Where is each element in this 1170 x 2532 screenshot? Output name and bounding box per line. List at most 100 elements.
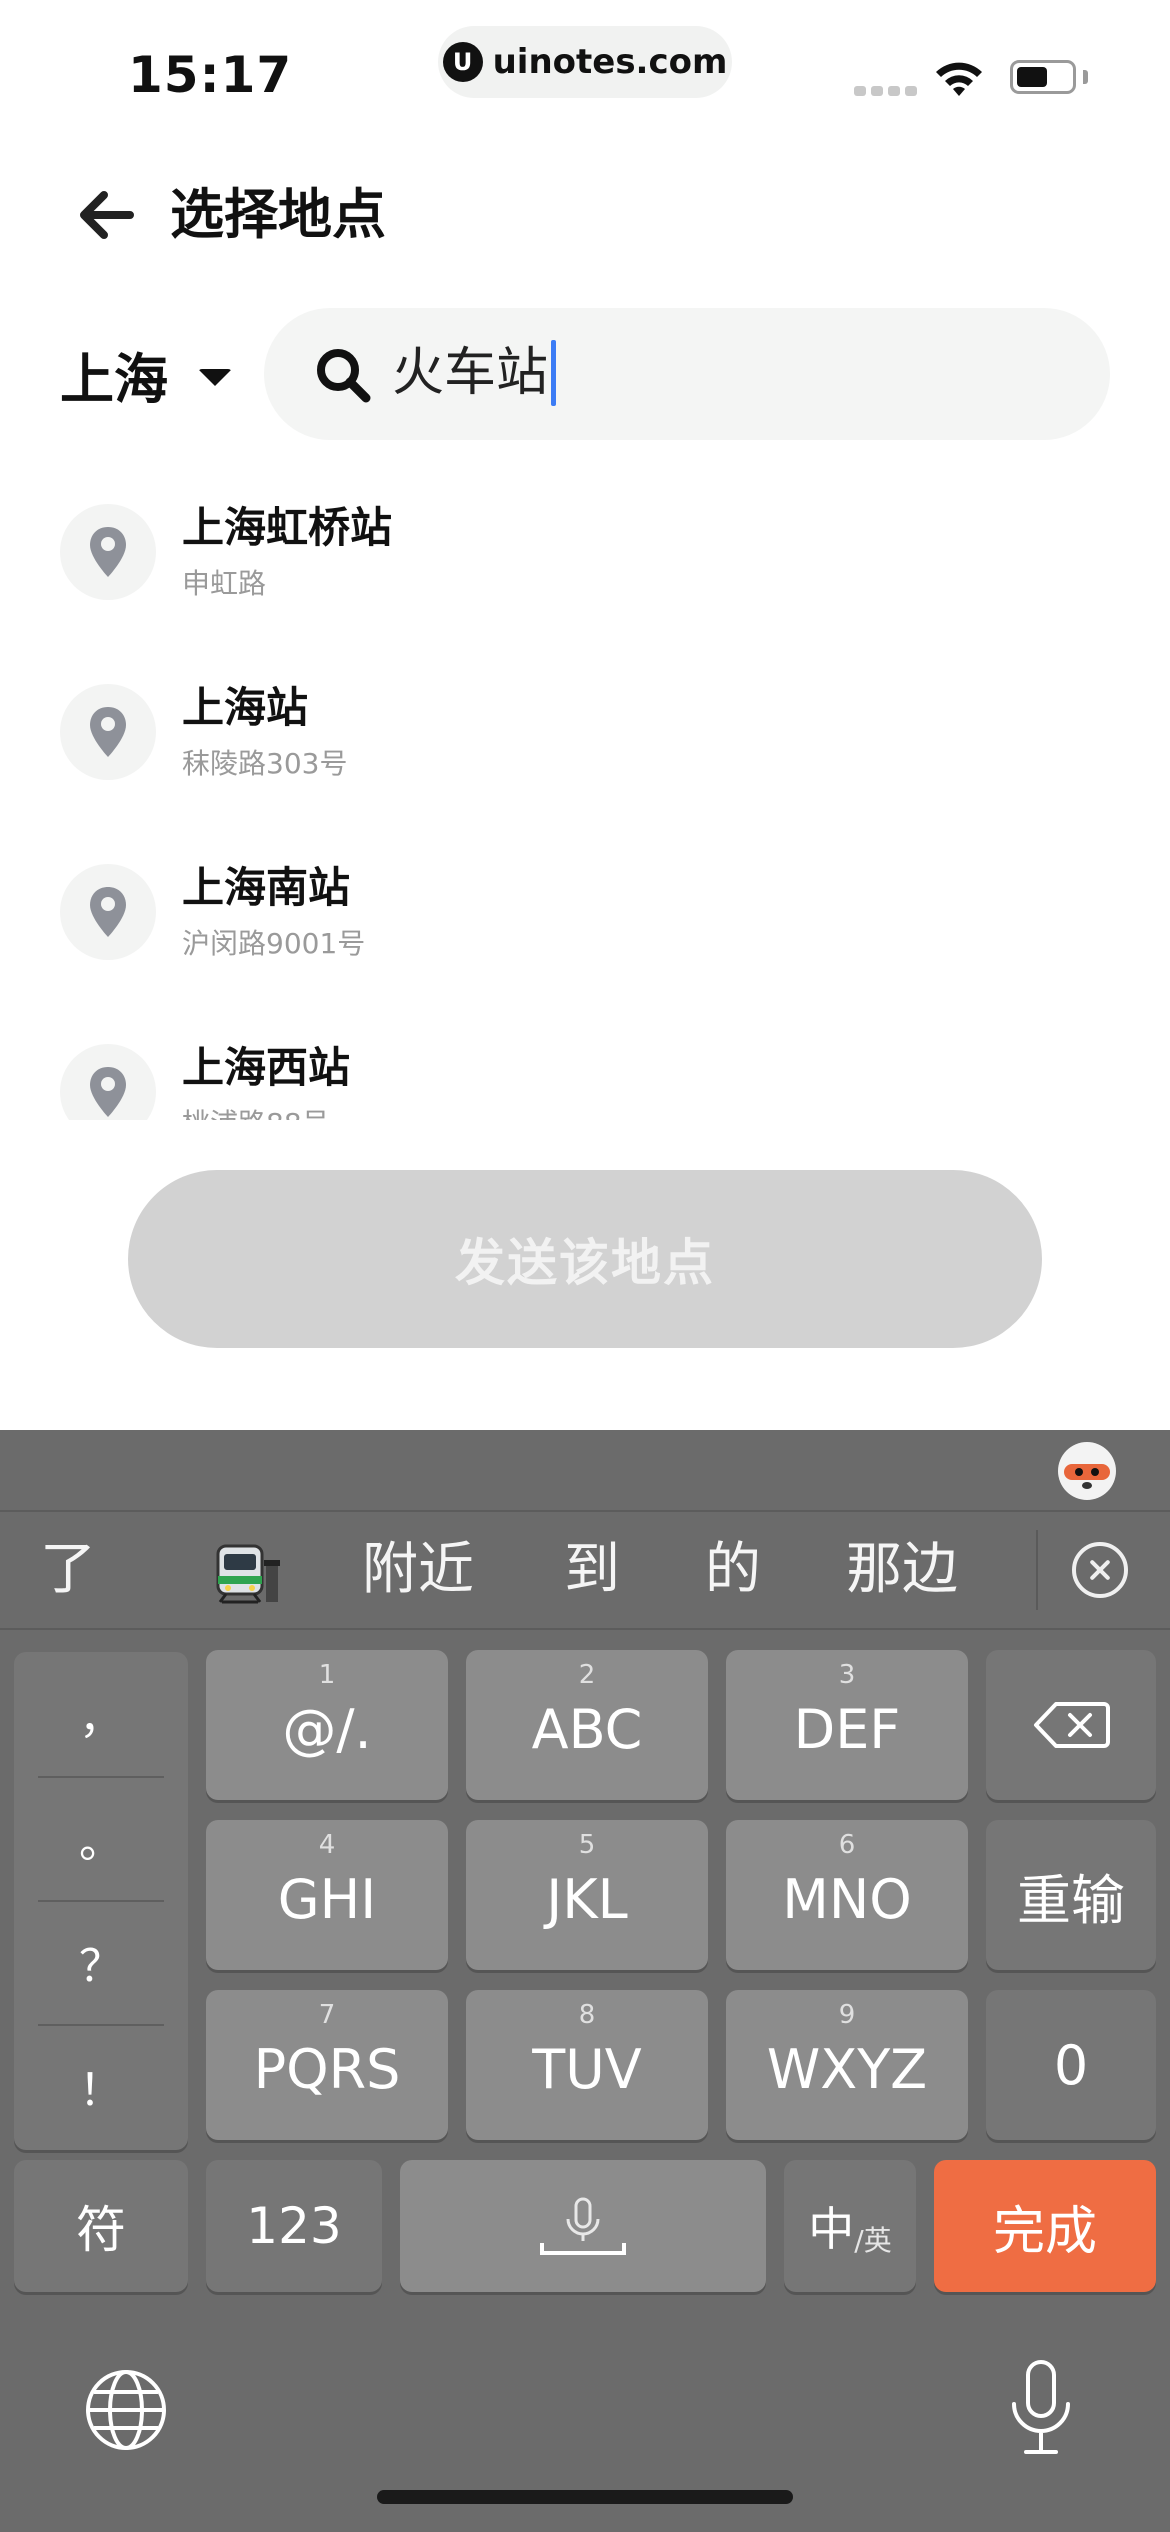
city-label: 上海 xyxy=(60,347,168,411)
backspace-key[interactable] xyxy=(986,1650,1156,1800)
site-logo-icon: U xyxy=(442,42,483,82)
key-8[interactable]: 8 TUV xyxy=(466,1990,708,2140)
punctuation-key[interactable]: ， xyxy=(14,1652,188,1776)
key-5[interactable]: 5 JKL xyxy=(466,1820,708,1970)
result-name: 上海站 xyxy=(182,683,309,732)
result-item[interactable]: 上海南站 沪闵路9001号 xyxy=(0,846,1170,996)
numeric-key[interactable]: 123 xyxy=(206,2160,382,2292)
punctuation-key[interactable]: ！ xyxy=(14,2024,188,2148)
key-label: @/. xyxy=(282,1698,372,1761)
result-address: 申虹路 xyxy=(182,567,267,600)
wifi-icon xyxy=(936,62,982,96)
microphone-icon[interactable] xyxy=(1006,2358,1076,2458)
punctuation-column: ， 。 ？ ！ xyxy=(14,1652,188,2150)
candidate-word[interactable]: 附近 xyxy=(362,1534,474,1606)
key-6[interactable]: 6 MNO xyxy=(726,1820,968,1970)
send-location-label: 发送该地点 xyxy=(455,1234,715,1292)
done-key[interactable]: 完成 xyxy=(934,2160,1156,2292)
key-7[interactable]: 7 PQRS xyxy=(206,1990,448,2140)
symbol-key[interactable]: 符 xyxy=(14,2160,188,2292)
key-9[interactable]: 9 WXYZ xyxy=(726,1990,968,2140)
location-pin-icon xyxy=(60,684,156,780)
keyboard-toolbar xyxy=(0,1430,1170,1512)
status-time: 15:17 xyxy=(128,46,293,104)
done-label: 完成 xyxy=(992,2201,1097,2262)
punctuation-key[interactable]: 。 xyxy=(14,1776,188,1900)
key-number: 3 xyxy=(838,1660,856,1690)
search-query: 火车站 xyxy=(392,338,557,408)
result-address: 秣陵路303号 xyxy=(182,747,348,780)
url-pill[interactable]: U uinotes.com xyxy=(438,26,732,98)
key-label: TUV xyxy=(532,2038,642,2101)
result-item[interactable]: 上海站 秣陵路303号 xyxy=(0,666,1170,816)
candidate-word[interactable]: 那边 xyxy=(846,1534,958,1606)
key-1[interactable]: 1 @/. xyxy=(206,1650,448,1800)
key-number: 7 xyxy=(318,2000,336,2030)
reset-label: 重输 xyxy=(1017,1868,1125,1932)
back-arrow-icon[interactable] xyxy=(72,180,142,250)
cellular-signal-icon xyxy=(854,86,917,96)
text-cursor xyxy=(551,340,557,406)
train-emoji-icon[interactable] xyxy=(212,1542,282,1606)
candidate-word[interactable]: 的 xyxy=(705,1534,761,1606)
result-name: 上海南站 xyxy=(182,863,351,912)
key-label: ABC xyxy=(531,1698,643,1761)
symbol-label: 符 xyxy=(76,2201,126,2259)
lang-main-label: 中 xyxy=(808,2202,855,2256)
key-label: WXYZ xyxy=(766,2038,928,2101)
location-pin-icon xyxy=(60,1044,156,1120)
results-list: 上海虹桥站 申虹路 上海站 秣陵路303号 上海南站 沪闵路9001号 上海西站… xyxy=(0,486,1170,1120)
key-label: GHI xyxy=(277,1868,377,1931)
search-input[interactable]: 火车站 xyxy=(264,308,1110,440)
key-label: DEF xyxy=(793,1698,901,1761)
zero-label: 0 xyxy=(1053,2033,1089,2097)
search-query-text: 火车站 xyxy=(392,343,549,403)
home-indicator[interactable] xyxy=(377,2490,793,2504)
result-item[interactable]: 上海虹桥站 申虹路 xyxy=(0,486,1170,636)
numeric-label: 123 xyxy=(246,2197,342,2255)
result-item[interactable]: 上海西站 桃浦路88号 xyxy=(0,1026,1170,1120)
key-label: JKL xyxy=(546,1868,628,1931)
close-candidates-icon[interactable] xyxy=(1072,1542,1128,1598)
result-address: 沪闵路9001号 xyxy=(182,927,366,960)
search-icon xyxy=(317,349,371,403)
page-title: 选择地点 xyxy=(170,183,386,246)
key-4[interactable]: 4 GHI xyxy=(206,1820,448,1970)
city-selector[interactable]: 上海 xyxy=(60,334,232,414)
url-text: uinotes.com xyxy=(492,42,728,82)
punctuation-key[interactable]: ？ xyxy=(14,1900,188,2024)
key-number: 2 xyxy=(578,1660,596,1690)
send-location-button[interactable]: 发送该地点 xyxy=(128,1170,1042,1348)
space-key[interactable] xyxy=(400,2160,766,2292)
space-mic-icon xyxy=(540,2197,626,2255)
globe-icon[interactable] xyxy=(84,2368,168,2452)
key-number: 6 xyxy=(838,1830,856,1860)
key-3[interactable]: 3 DEF xyxy=(726,1650,968,1800)
lang-sub-label: /英 xyxy=(854,2224,892,2257)
battery-icon xyxy=(1010,60,1076,94)
key-number: 1 xyxy=(318,1660,336,1690)
reset-key[interactable]: 重输 xyxy=(986,1820,1156,1970)
result-name: 上海西站 xyxy=(182,1043,351,1092)
keyboard: 了 附近 到 的 那边 ， 。 ？ ！ 1 @/. 2 ABC 3 DEF 4 … xyxy=(0,1430,1170,2532)
candidate-divider xyxy=(1036,1530,1038,1610)
keyboard-mascot-icon[interactable] xyxy=(1058,1442,1116,1500)
result-name: 上海虹桥站 xyxy=(182,503,393,552)
key-number: 5 xyxy=(578,1830,596,1860)
battery-tip xyxy=(1083,70,1088,84)
key-0[interactable]: 0 xyxy=(986,1990,1156,2140)
key-2[interactable]: 2 ABC xyxy=(466,1650,708,1800)
candidate-word[interactable]: 到 xyxy=(564,1534,620,1606)
key-label: MNO xyxy=(782,1868,912,1931)
key-label: PQRS xyxy=(253,2038,401,2101)
key-number: 8 xyxy=(578,2000,596,2030)
location-pin-icon xyxy=(60,864,156,960)
backspace-icon xyxy=(1034,1702,1110,1748)
candidate-word[interactable]: 了 xyxy=(40,1534,96,1606)
language-switch-key[interactable]: 中 /英 xyxy=(784,2160,916,2292)
caret-down-icon xyxy=(198,368,232,386)
key-number: 4 xyxy=(318,1830,336,1860)
result-address: 桃浦路88号 xyxy=(182,1104,330,1120)
location-pin-icon xyxy=(60,504,156,600)
candidate-bar: 了 附近 到 的 那边 xyxy=(0,1512,1170,1630)
